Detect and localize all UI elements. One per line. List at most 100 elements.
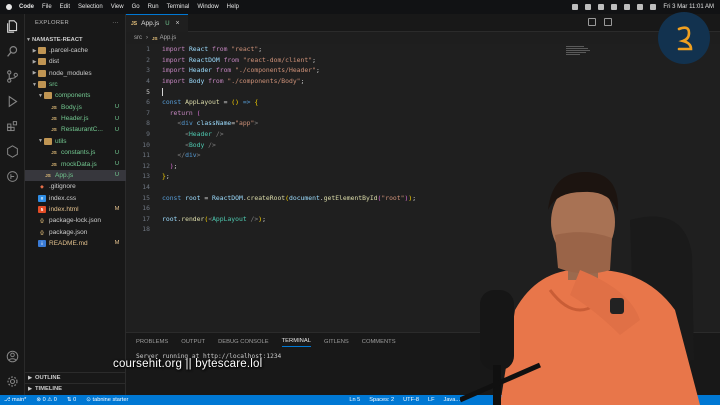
minimap[interactable] (566, 46, 592, 60)
git-file-icon: ◆ (40, 183, 44, 189)
close-icon[interactable]: × (176, 20, 180, 27)
open-changes-icon[interactable] (588, 18, 596, 26)
tree-item[interactable]: ◆ .gitignore (25, 181, 126, 192)
problems-indicator[interactable]: ⊗ 0 ⚠ 0 (36, 397, 57, 403)
tree-item[interactable]: ▼ src (25, 79, 126, 90)
menu-file[interactable]: File (42, 4, 52, 10)
tree-item[interactable]: ▶ .parcel-cache (25, 45, 126, 56)
code-line[interactable]: 3 import Header from "./components/Header… (126, 65, 720, 76)
tree-item[interactable]: {} package.json (25, 227, 126, 238)
account-icon[interactable] (6, 350, 19, 363)
tree-item[interactable]: JS RestaurantC... U (25, 124, 126, 135)
cursor-position[interactable]: Ln 5 (349, 397, 360, 403)
menu-code[interactable]: Code (19, 4, 34, 10)
tree-item[interactable]: JS constants.js U (25, 147, 126, 158)
panel-tab-output[interactable]: OUTPUT (181, 339, 205, 345)
source-control-icon[interactable] (6, 70, 19, 83)
code-line[interactable]: 6 const AppLayout = () => { (126, 97, 720, 108)
tree-item[interactable]: # index.css (25, 193, 126, 204)
status-icon-1[interactable] (572, 4, 579, 10)
tree-item[interactable]: i README.md M (25, 238, 126, 249)
menu-run[interactable]: Run (148, 4, 159, 10)
language-mode[interactable]: Java... (444, 397, 460, 403)
code-token: < (162, 119, 182, 128)
code-line[interactable]: 7 return ( (126, 108, 720, 119)
panel-tab-terminal[interactable]: TERMINAL (281, 338, 311, 347)
status-icon-2[interactable] (585, 4, 592, 10)
indentation[interactable]: Spaces: 2 (369, 397, 394, 403)
code-line[interactable]: 1 import React from "react"; (126, 44, 720, 55)
gear-icon[interactable] (6, 375, 19, 388)
code-line[interactable]: 11 </div > (126, 150, 720, 161)
code-line[interactable]: 10 < Body /> (126, 139, 720, 150)
screen: Code File Edit Selection View Go Run Ter… (0, 0, 720, 405)
workspace-root[interactable]: ▼ NAMASTE-REACT (25, 34, 126, 45)
code-token: ; (262, 214, 266, 223)
panel-tab-debug-console[interactable]: DEBUG CONSOLE (218, 339, 269, 345)
battery-icon[interactable] (611, 4, 618, 10)
tree-item-label: App.js (55, 171, 74, 179)
apple-icon[interactable] (6, 4, 12, 10)
tree-item[interactable]: JS mockData.js U (25, 159, 126, 170)
menu-edit[interactable]: Edit (60, 4, 70, 10)
tree-item[interactable]: ▼ utils (25, 136, 126, 147)
tabnine-indicator[interactable]: ⊙ tabnine starter (86, 397, 128, 403)
chevron-right-icon: › (146, 35, 148, 41)
panel-tab-gitlens[interactable]: GITLENS (324, 339, 349, 345)
explorer-icon[interactable] (6, 20, 19, 33)
encoding[interactable]: UTF-8 (403, 397, 419, 403)
code-token: const (162, 98, 186, 107)
menu-view[interactable]: View (111, 4, 124, 10)
timeline-section[interactable]: ▶ TIMELINE (25, 383, 126, 394)
folder-file-icon (44, 137, 52, 145)
code-token: getElementById (323, 193, 378, 202)
menubar-clock[interactable]: Fri 3 Mar 11:01 AM (663, 4, 714, 10)
tree-item-label: Header.js (61, 115, 89, 123)
tree-item[interactable]: 5 index.html M (25, 204, 126, 215)
menu-window[interactable]: Window (197, 4, 218, 10)
gitlens-icon[interactable] (6, 170, 19, 183)
extensions-icon[interactable] (6, 120, 19, 133)
panel-tab-comments[interactable]: COMMENTS (362, 339, 396, 345)
end-of-line[interactable]: LF (428, 397, 435, 403)
tree-item[interactable]: JS Body.js U (25, 102, 126, 113)
breadcrumb-file[interactable]: App.js (160, 35, 177, 41)
code-token: "./components/Header" (235, 66, 316, 75)
branch-indicator[interactable]: ⎇ main* (4, 397, 26, 403)
more-actions-icon[interactable]: ··· (112, 20, 119, 26)
code-line[interactable]: 9 < Header /> (126, 129, 720, 140)
code-line[interactable]: 5 (126, 86, 720, 97)
remote-explorer-icon[interactable] (6, 145, 19, 158)
code-line[interactable]: 8 < div className = "app" > (126, 118, 720, 129)
menu-selection[interactable]: Selection (78, 4, 103, 10)
panel-tab-problems[interactable]: PROBLEMS (136, 339, 168, 345)
tree-item[interactable]: JS Header.js U (25, 113, 126, 124)
tree-item[interactable]: {} package-lock.json (25, 215, 126, 226)
remote-indicator[interactable]: ⇅ 0 (67, 397, 76, 403)
tree-item-label: .parcel-cache (49, 47, 89, 54)
search-icon[interactable] (6, 45, 19, 58)
wifi-icon[interactable] (624, 4, 631, 10)
outline-section[interactable]: ▶ OUTLINE (25, 372, 126, 383)
tab-label: App.js (141, 20, 160, 27)
explorer-title: EXPLORER ··· (25, 14, 125, 32)
git-status-badge: U (114, 161, 120, 167)
code-line[interactable]: 2 import ReactDOM from "react-dom/client"… (126, 55, 720, 66)
menu-help[interactable]: Help (227, 4, 239, 10)
remote-count: 0 (73, 397, 77, 403)
menu-terminal[interactable]: Terminal (167, 4, 190, 10)
tree-item[interactable]: ▶ dist (25, 56, 126, 67)
split-editor-icon[interactable] (604, 18, 612, 26)
run-debug-icon[interactable] (6, 95, 19, 108)
tab-app-js[interactable]: JS App.js U × (126, 14, 188, 32)
code-line[interactable]: 4 import Body from "./components/Body"; (126, 76, 720, 87)
search-icon[interactable] (637, 4, 644, 10)
control-center-icon[interactable] (650, 4, 657, 10)
tree-item[interactable]: JS App.js U (25, 169, 126, 181)
status-icon-3[interactable] (598, 4, 605, 10)
tree-item[interactable]: ▼ components (25, 90, 126, 101)
menu-go[interactable]: Go (132, 4, 140, 10)
tree-item[interactable]: ▶ node_modules (25, 68, 126, 79)
line-number: 14 (142, 183, 150, 192)
breadcrumb-folder[interactable]: src (134, 35, 142, 41)
